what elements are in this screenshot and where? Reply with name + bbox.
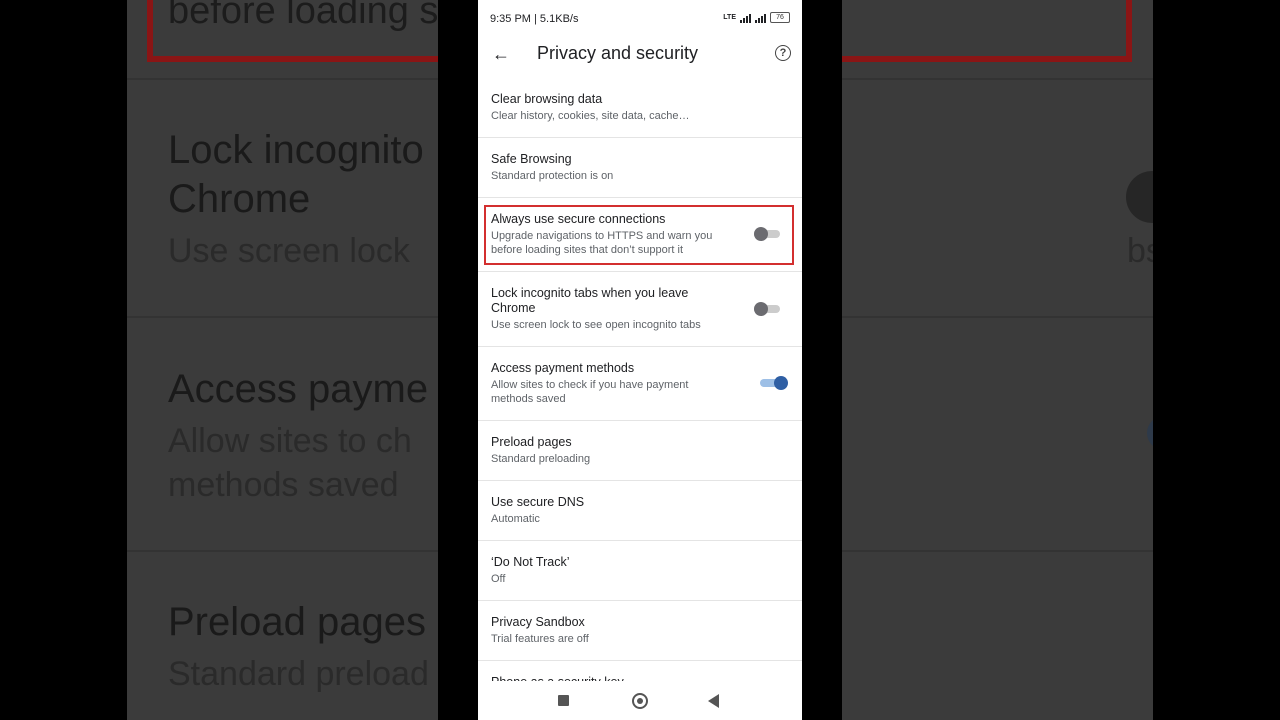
recents-icon[interactable] xyxy=(558,695,569,706)
setting-subtitle: Automatic xyxy=(491,513,540,525)
setting-subtitle: Trial features are off xyxy=(491,633,589,645)
setting-payment-methods[interactable]: Access payment methods Allow sites to ch… xyxy=(478,361,802,406)
setting-title: Lock incognito tabs when you leave Chrom… xyxy=(491,286,689,315)
background-divider xyxy=(127,550,438,552)
setting-secure-dns[interactable]: Use secure DNS Automatic xyxy=(478,495,802,526)
background-highlight-box xyxy=(842,0,1132,62)
status-bar: 9:35 PM | 5.1KB/s LTE 76 xyxy=(478,0,802,38)
toggle-knob xyxy=(754,302,768,316)
setting-title: Use secure DNS xyxy=(491,495,585,509)
setting-subtitle: Clear history, cookies, site data, cache… xyxy=(491,110,690,122)
divider xyxy=(478,660,802,661)
network-label: LTE xyxy=(723,14,736,21)
toggle-knob xyxy=(774,376,788,390)
setting-do-not-track[interactable]: ‘Do Not Track’ Off xyxy=(478,555,802,586)
setting-title: Privacy Sandbox xyxy=(491,615,585,629)
phone-screen: 9:35 PM | 5.1KB/s LTE 76 ← Privacy and s… xyxy=(478,0,802,720)
background-divider xyxy=(842,316,1153,318)
background-toggle-knob xyxy=(1126,171,1153,223)
background-text: Preload pages xyxy=(168,600,426,644)
divider xyxy=(478,197,802,198)
setting-subtitle: Off xyxy=(491,573,506,585)
background-text: Lock incognito xyxy=(168,128,424,172)
setting-title: Preload pages xyxy=(491,435,572,449)
back-icon[interactable] xyxy=(708,694,719,708)
home-icon[interactable] xyxy=(632,693,648,709)
toggle-knob xyxy=(754,227,768,241)
setting-subtitle: Upgrade navigations to HTTPS and warn yo… xyxy=(491,230,713,256)
navigation-bar xyxy=(478,681,802,720)
background-divider xyxy=(842,550,1153,552)
background-toggle-track xyxy=(1147,416,1153,450)
setting-safe-browsing[interactable]: Safe Browsing Standard protection is on xyxy=(478,152,802,183)
background-text: Standard preload xyxy=(168,655,429,693)
divider xyxy=(478,137,802,138)
setting-preload-pages[interactable]: Preload pages Standard preloading xyxy=(478,435,802,466)
payment-methods-toggle[interactable] xyxy=(760,376,788,390)
app-bar: ← Privacy and security ? xyxy=(478,38,802,72)
blurred-background-left: before loading s Lock incognito Chrome U… xyxy=(127,0,438,720)
status-time: 9:35 PM | 5.1KB/s xyxy=(490,13,579,25)
setting-title: Always use secure connections xyxy=(491,212,666,226)
lock-incognito-toggle[interactable] xyxy=(754,302,780,316)
background-divider xyxy=(127,316,438,318)
battery-icon: 76 xyxy=(770,12,790,23)
secure-connections-toggle[interactable] xyxy=(754,227,780,241)
back-arrow-icon[interactable]: ← xyxy=(490,43,512,65)
divider xyxy=(478,271,802,272)
background-divider xyxy=(842,78,1153,80)
background-text: before loading s xyxy=(168,0,438,32)
setting-clear-browsing-data[interactable]: Clear browsing data Clear history, cooki… xyxy=(478,92,802,123)
background-text: Access payme xyxy=(168,367,429,411)
setting-subtitle: Use screen lock to see open incognito ta… xyxy=(491,319,701,331)
setting-title: Clear browsing data xyxy=(491,92,603,106)
divider xyxy=(478,600,802,601)
signal-icon xyxy=(740,13,751,23)
background-text: Use screen lock xyxy=(168,232,410,270)
divider xyxy=(478,540,802,541)
setting-privacy-sandbox[interactable]: Privacy Sandbox Trial features are off xyxy=(478,615,802,646)
page-title: Privacy and security xyxy=(537,43,699,63)
background-text: Allow sites to ch xyxy=(168,422,412,460)
setting-title: ‘Do Not Track’ xyxy=(491,555,570,569)
setting-title: Safe Browsing xyxy=(491,152,572,166)
help-icon[interactable]: ? xyxy=(775,45,791,61)
status-icons: LTE 76 xyxy=(723,12,790,23)
setting-subtitle: Standard preloading xyxy=(491,453,591,465)
blurred-background-right: bs xyxy=(842,0,1153,720)
background-divider xyxy=(127,78,438,80)
divider xyxy=(478,420,802,421)
background-text: Chrome xyxy=(168,177,311,221)
background-text: methods saved xyxy=(168,466,399,504)
setting-title: Access payment methods xyxy=(491,361,635,375)
setting-subtitle: Standard protection is on xyxy=(491,170,614,182)
setting-subtitle: Allow sites to check if you have payment… xyxy=(491,379,689,405)
signal-icon xyxy=(755,13,766,23)
divider xyxy=(478,480,802,481)
background-text: bs xyxy=(1127,232,1153,270)
divider xyxy=(478,346,802,347)
